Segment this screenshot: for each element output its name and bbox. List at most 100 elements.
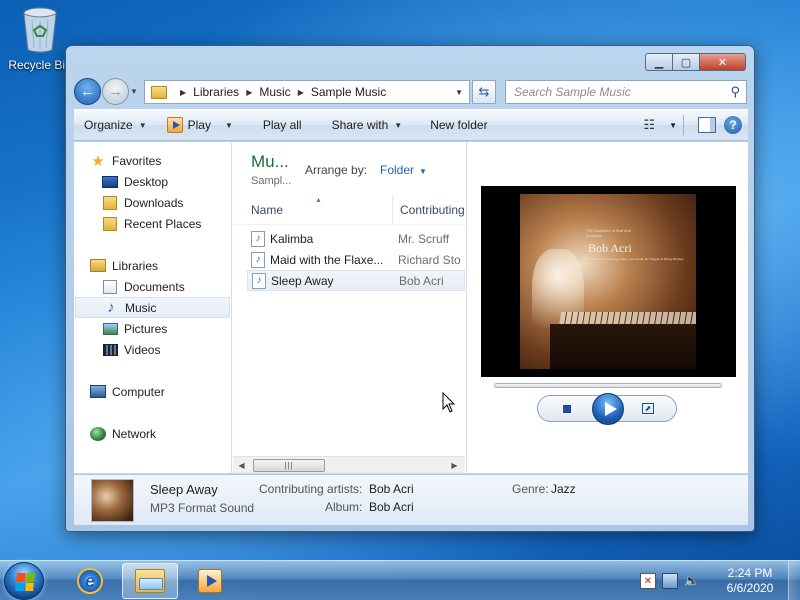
breadcrumb-sample-music[interactable]: Sample Music bbox=[311, 85, 386, 99]
breadcrumb-separator-icon[interactable]: ▶ bbox=[246, 88, 252, 97]
nav-pictures-label: Pictures bbox=[124, 321, 168, 336]
organize-button[interactable]: Organize ▼ bbox=[74, 110, 155, 140]
scroll-left-icon[interactable]: ◀ bbox=[233, 457, 250, 474]
minimize-button[interactable]: ▁ bbox=[645, 53, 673, 71]
nav-videos[interactable]: Videos bbox=[102, 339, 160, 360]
column-header-name[interactable]: ▲ Name bbox=[233, 195, 393, 224]
details-type: MP3 Format Sound bbox=[150, 501, 255, 515]
recycle-bin-label: Recycle Bin bbox=[8, 58, 72, 72]
taskbar-media-player[interactable] bbox=[182, 563, 238, 599]
videos-icon bbox=[102, 343, 118, 356]
nav-recent-places[interactable]: Recent Places bbox=[102, 213, 201, 234]
file-artist: Mr. Scruff bbox=[398, 231, 450, 246]
breadcrumb-separator-icon[interactable]: ▶ bbox=[180, 88, 186, 97]
breadcrumb-music[interactable]: Music bbox=[259, 85, 290, 99]
navigation-bar: ← → ▼ ▶ Libraries ▶ Music ▶ Sample Music… bbox=[74, 77, 748, 107]
seek-bar[interactable] bbox=[494, 383, 722, 388]
forward-arrow-icon: → bbox=[108, 83, 123, 100]
nav-libraries[interactable]: Libraries bbox=[90, 255, 158, 276]
play-all-button[interactable]: Play all bbox=[241, 110, 310, 140]
address-dropdown-icon[interactable]: ▼ bbox=[455, 88, 463, 97]
nav-network[interactable]: Network bbox=[90, 423, 156, 444]
recycle-bin-desktop-icon[interactable]: Recycle Bin bbox=[8, 6, 72, 72]
play-button[interactable]: Play ▼ bbox=[155, 110, 241, 140]
close-icon: ✕ bbox=[717, 56, 728, 69]
audio-file-icon: ♪ bbox=[252, 272, 266, 289]
refresh-button[interactable]: ⇆ bbox=[472, 80, 496, 104]
network-status-icon[interactable] bbox=[662, 573, 678, 589]
horizontal-scrollbar[interactable]: ◀ ||| ▶ bbox=[233, 456, 465, 473]
nav-downloads[interactable]: Downloads bbox=[102, 192, 183, 213]
arrange-by-dropdown[interactable]: Folder ▼ bbox=[380, 163, 427, 177]
details-title: Sleep Away bbox=[150, 482, 218, 497]
nav-music[interactable]: ♪ Music bbox=[75, 297, 230, 318]
nav-pictures[interactable]: Pictures bbox=[102, 318, 167, 339]
address-bar[interactable]: ▶ Libraries ▶ Music ▶ Sample Music ▼ bbox=[144, 80, 470, 104]
genre-value[interactable]: Jazz bbox=[551, 482, 576, 496]
album-art-piano bbox=[550, 324, 696, 369]
view-options-dropdown-icon[interactable]: ▼ bbox=[669, 121, 677, 130]
search-input[interactable] bbox=[514, 85, 714, 99]
new-folder-label: New folder bbox=[430, 118, 488, 132]
album-art: The Evolution of Bob Acri presents Bob A… bbox=[520, 194, 696, 369]
show-desktop-button[interactable] bbox=[788, 561, 800, 600]
search-icon[interactable]: ⚲ bbox=[730, 84, 740, 100]
play-pause-button[interactable] bbox=[592, 393, 624, 425]
action-center-icon[interactable]: ✕ bbox=[640, 573, 656, 589]
help-icon[interactable]: ? bbox=[724, 116, 742, 134]
close-button[interactable]: ✕ bbox=[700, 53, 746, 71]
maximize-button[interactable]: ▢ bbox=[673, 53, 700, 71]
album-value[interactable]: Bob Acri bbox=[369, 500, 414, 514]
column-headers: ▲ Name Contributing bbox=[233, 195, 465, 225]
change-view-icon[interactable]: ☷ bbox=[643, 117, 655, 133]
volume-icon[interactable]: 🔈 bbox=[684, 573, 700, 589]
pictures-icon bbox=[102, 322, 118, 335]
search-box[interactable]: ⚲ bbox=[505, 80, 747, 104]
share-with-button[interactable]: Share with ▼ bbox=[310, 110, 411, 140]
explorer-window: ▁ ▢ ✕ ← → ▼ ▶ Libraries ▶ Music ▶ Sample… bbox=[65, 45, 755, 532]
new-folder-button[interactable]: New folder bbox=[410, 110, 495, 140]
play-icon bbox=[166, 117, 183, 133]
minimize-icon: ▁ bbox=[654, 56, 664, 69]
windows-logo-icon bbox=[15, 573, 35, 591]
file-row[interactable]: ♪ Kalimba Mr. Scruff bbox=[247, 228, 465, 249]
library-title: Mu... bbox=[251, 152, 289, 171]
open-player-icon[interactable]: ⬈ bbox=[642, 403, 654, 414]
content-area: ★ Favorites Desktop Downloads Recent Pla… bbox=[74, 142, 748, 474]
navigation-pane: ★ Favorites Desktop Downloads Recent Pla… bbox=[74, 142, 232, 473]
arrange-by-value: Folder bbox=[380, 163, 415, 177]
recycle-bin-icon bbox=[20, 6, 60, 54]
breadcrumb-libraries[interactable]: Libraries bbox=[193, 85, 239, 99]
nav-recent-places-label: Recent Places bbox=[124, 216, 202, 231]
back-button[interactable]: ← bbox=[74, 78, 101, 105]
nav-documents[interactable]: Documents bbox=[102, 276, 185, 297]
taskbar-internet-explorer[interactable]: e bbox=[62, 563, 118, 599]
file-row-selected[interactable]: ♪ Sleep Away Bob Acri bbox=[247, 270, 465, 291]
nav-computer[interactable]: Computer bbox=[90, 381, 165, 402]
column-contributing-label: Contributing bbox=[400, 202, 465, 217]
play-all-label: Play all bbox=[262, 118, 302, 132]
breadcrumb-separator-icon[interactable]: ▶ bbox=[298, 88, 304, 97]
file-row[interactable]: ♪ Maid with the Flaxe... Richard Stoltzm… bbox=[247, 249, 465, 270]
column-header-contributing[interactable]: Contributing bbox=[393, 203, 465, 217]
start-button[interactable] bbox=[4, 562, 44, 600]
sort-ascending-icon: ▲ bbox=[315, 197, 322, 204]
file-artist: Richard Stoltzman bbox=[398, 252, 461, 267]
computer-icon bbox=[90, 385, 106, 398]
clock[interactable]: 2:24 PM 6/6/2020 bbox=[718, 566, 782, 596]
nav-desktop[interactable]: Desktop bbox=[102, 171, 168, 192]
libraries-icon bbox=[90, 259, 106, 272]
preview-pane-toggle-icon[interactable] bbox=[698, 117, 716, 133]
stop-button[interactable] bbox=[563, 405, 571, 413]
nav-favorites[interactable]: ★ Favorites bbox=[90, 150, 161, 171]
audio-file-icon: ♪ bbox=[251, 251, 265, 268]
recent-pages-dropdown[interactable]: ▼ bbox=[130, 87, 138, 96]
scrollbar-thumb[interactable]: ||| bbox=[253, 459, 325, 472]
media-player-icon bbox=[198, 569, 222, 593]
taskbar-windows-explorer[interactable] bbox=[122, 563, 178, 599]
refresh-icon: ⇆ bbox=[478, 84, 490, 99]
forward-button[interactable]: → bbox=[102, 78, 129, 105]
contributing-artists-value[interactable]: Bob Acri bbox=[369, 482, 414, 496]
audio-file-icon: ♪ bbox=[251, 230, 265, 247]
scroll-right-icon[interactable]: ▶ bbox=[446, 457, 463, 474]
